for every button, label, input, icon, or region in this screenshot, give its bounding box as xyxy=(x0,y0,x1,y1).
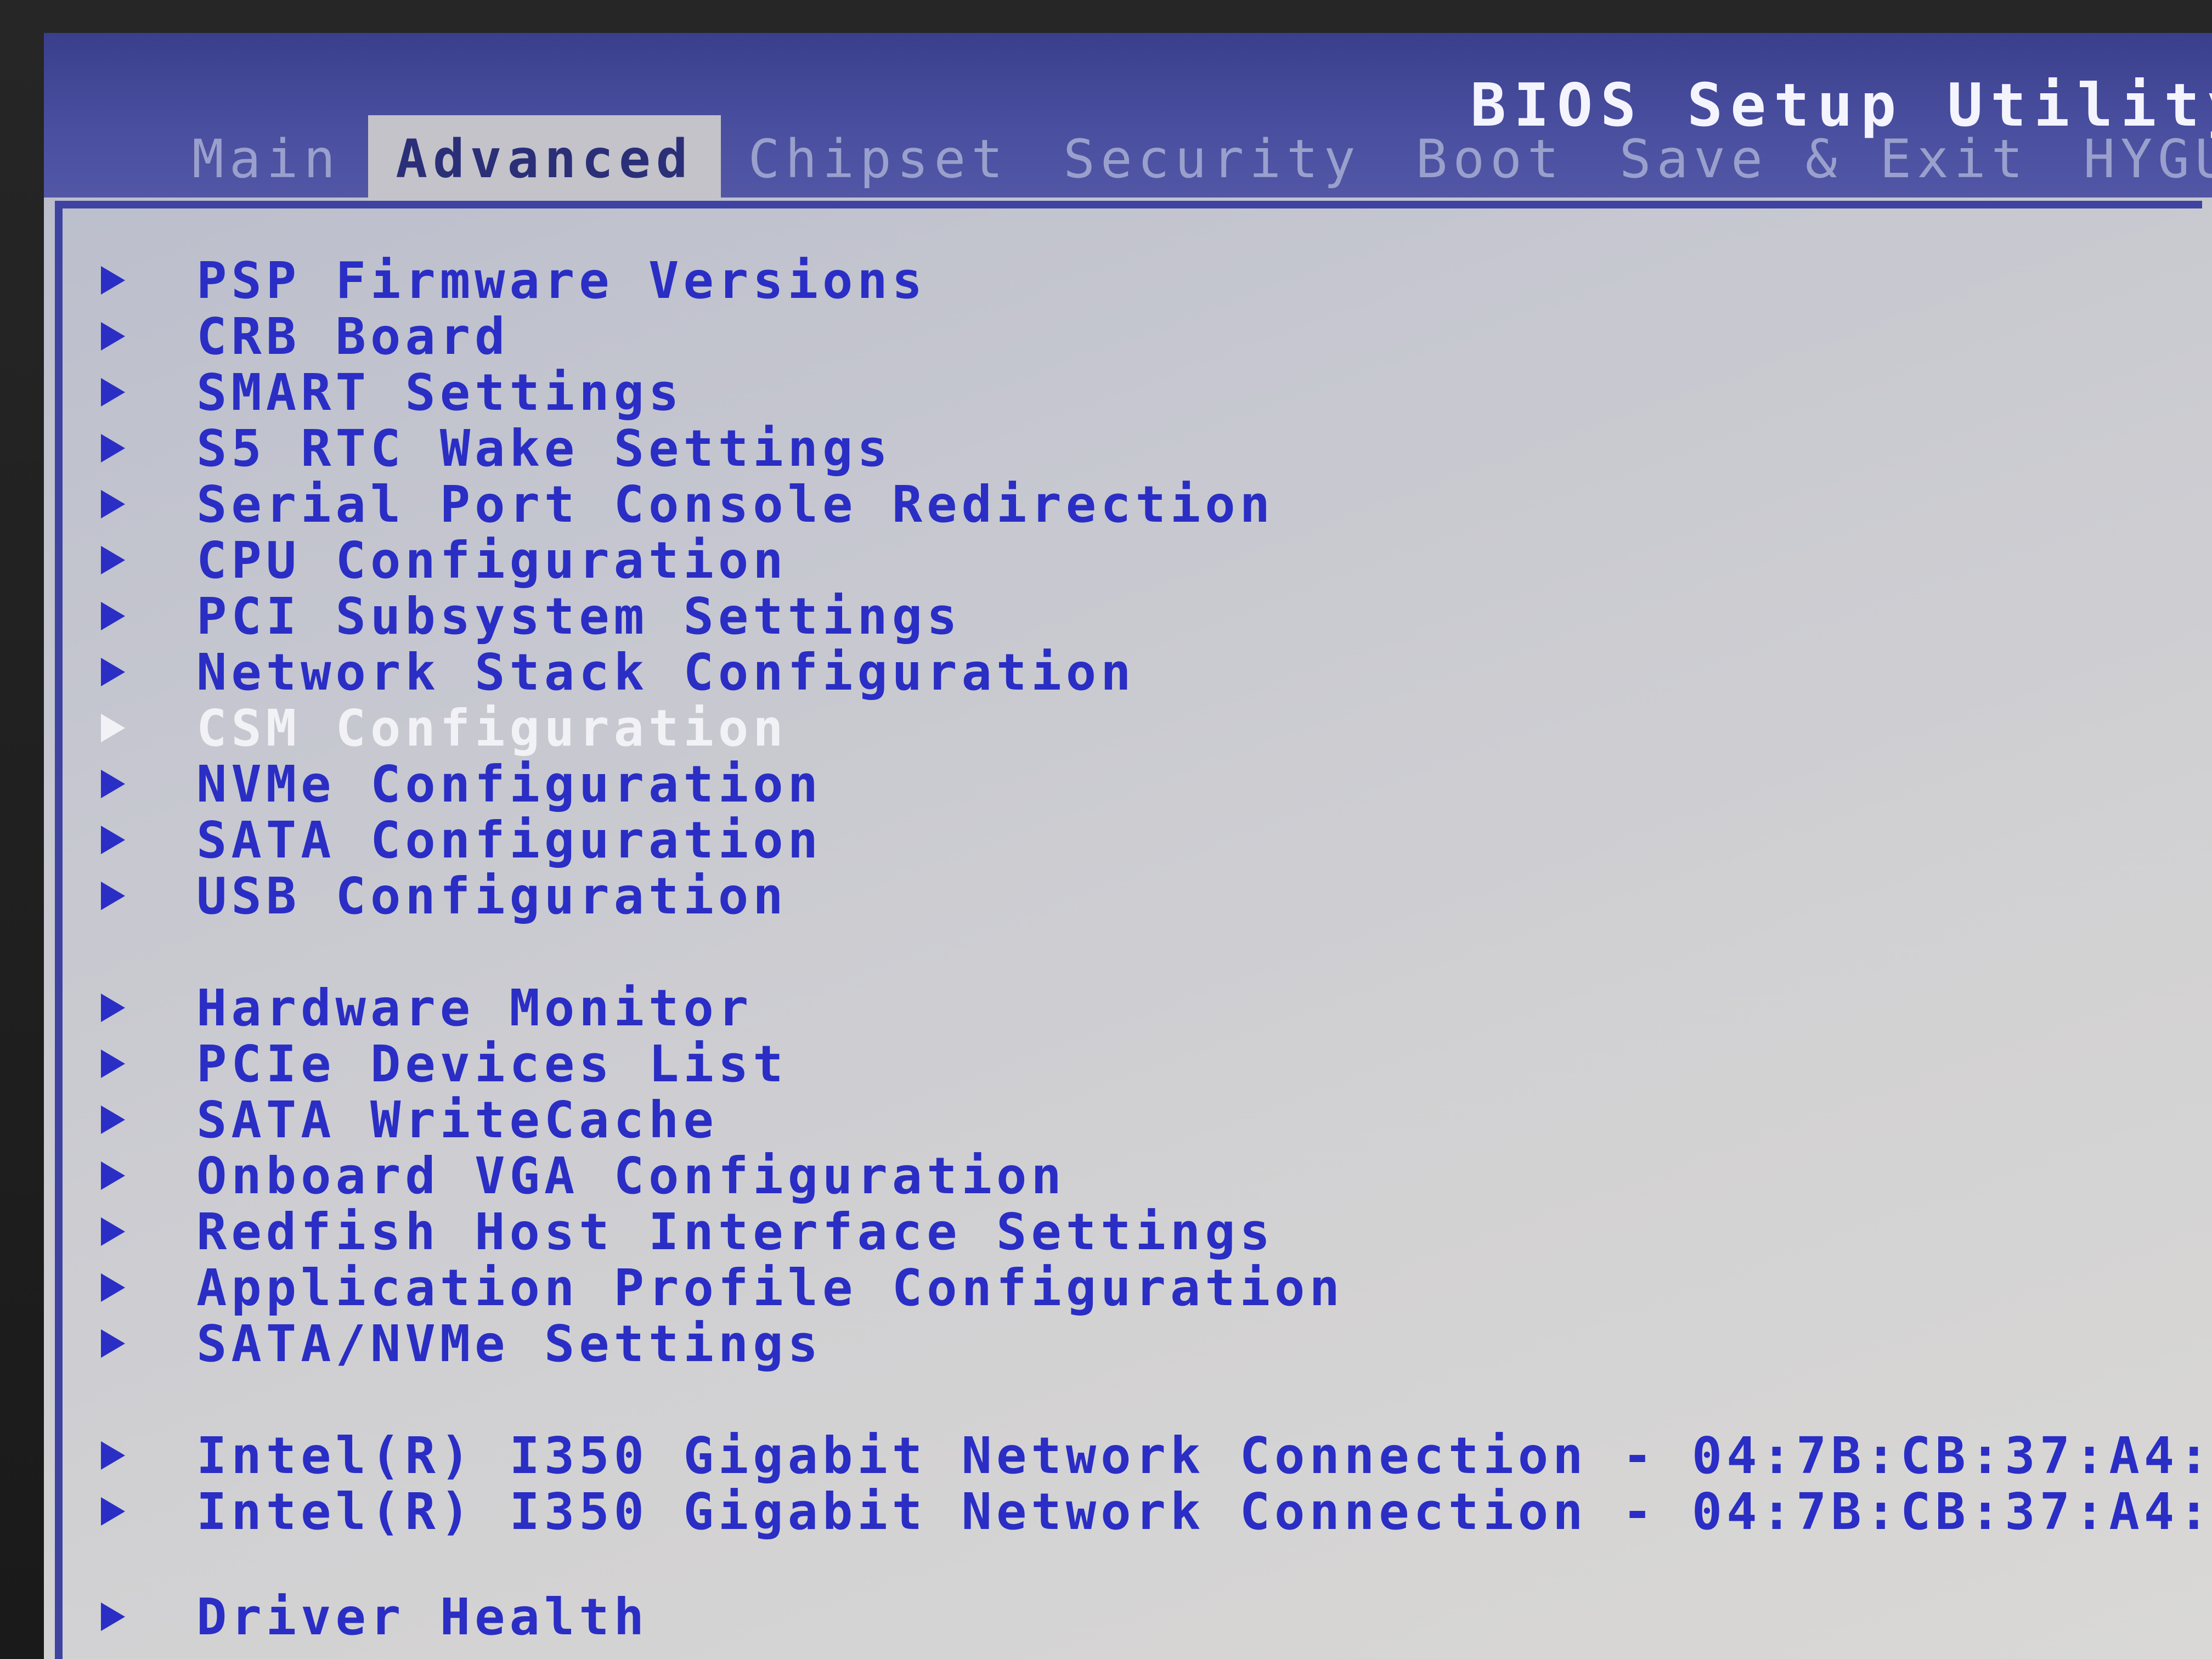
menu-item-label: NVMe Configuration xyxy=(196,754,822,814)
menu-item-network-stack-configuration[interactable]: Network Stack Configuration xyxy=(101,642,2202,702)
submenu-arrow-icon xyxy=(101,1273,147,1302)
menu-item-usb-configuration[interactable]: USB Configuration xyxy=(101,866,2202,926)
submenu-arrow-icon xyxy=(101,1105,147,1134)
tab-main[interactable]: Main xyxy=(165,128,368,208)
tab-save-exit[interactable]: Save & Exit xyxy=(1592,128,2056,208)
menu-spacer xyxy=(101,1539,2202,1589)
menu-item-label: Redfish Host Interface Settings xyxy=(196,1202,1275,1261)
submenu-arrow-icon xyxy=(101,1161,147,1190)
menu-item-label: SATA Configuration xyxy=(196,810,822,870)
submenu-arrow-icon xyxy=(101,266,147,295)
app-title: BIOS Setup Utility xyxy=(1470,71,2212,140)
menu-item-label: Driver Health xyxy=(196,1587,649,1646)
menu-item-crb-board[interactable]: CRB Board xyxy=(101,307,2202,366)
menu-item-cpu-configuration[interactable]: CPU Configuration xyxy=(101,531,2202,590)
menu-item-label: Intel(R) I350 Gigabit Network Connection… xyxy=(196,1426,2212,1485)
submenu-arrow-icon xyxy=(101,322,147,351)
menu-item-pci-subsystem-settings[interactable]: PCI Subsystem Settings xyxy=(101,586,2202,646)
menu-item-label: CPU Configuration xyxy=(196,531,788,590)
menu-item-label: PCIe Devices List xyxy=(196,1034,788,1093)
tab-hygun[interactable]: HYGUN xyxy=(2056,128,2212,208)
submenu-arrow-icon xyxy=(101,490,147,518)
menu-item-sata-nvme-settings[interactable]: SATA/NVMe Settings xyxy=(101,1314,2202,1373)
menu-item-s5-rtc-wake-settings[interactable]: S5 RTC Wake Settings xyxy=(101,419,2202,478)
submenu-arrow-icon xyxy=(101,602,147,630)
menu-item-driver-health[interactable]: Driver Health xyxy=(101,1587,2202,1646)
submenu-arrow-icon xyxy=(101,1497,147,1526)
menu-item-label: SMART Settings xyxy=(196,363,684,422)
tab-advanced[interactable]: Advanced xyxy=(368,115,721,208)
submenu-arrow-icon xyxy=(101,1602,147,1631)
menu-item-csm-configuration[interactable]: CSM Configuration xyxy=(101,698,2202,758)
menu-item-psp-firmware-versions[interactable]: PSP Firmware Versions xyxy=(101,251,2202,310)
menu-item-label: CRB Board xyxy=(196,307,510,366)
submenu-arrow-icon xyxy=(101,994,147,1022)
menu-item-intel-i350-network-connection-f3[interactable]: Intel(R) I350 Gigabit Network Connection… xyxy=(101,1426,2212,1485)
content-frame: PSP Firmware Versions CRB Board SMART Se… xyxy=(55,201,2212,1659)
submenu-arrow-icon xyxy=(101,714,147,742)
menu-item-redfish-host-interface-settings[interactable]: Redfish Host Interface Settings xyxy=(101,1202,2202,1261)
tab-chipset[interactable]: Chipset xyxy=(721,128,1036,208)
menu-item-label: CSM Configuration xyxy=(196,698,788,758)
menu-item-sata-configuration[interactable]: SATA Configuration xyxy=(101,810,2202,870)
menu-item-label: USB Configuration xyxy=(196,866,788,926)
submenu-arrow-icon xyxy=(101,546,147,574)
menu-item-intel-i350-network-connection-f4[interactable]: Intel(R) I350 Gigabit Network Connection… xyxy=(101,1482,2212,1541)
submenu-arrow-icon xyxy=(101,770,147,798)
header-bar: Main Advanced Chipset Security Boot Save… xyxy=(44,33,2212,208)
advanced-menu: PSP Firmware Versions CRB Board SMART Se… xyxy=(101,251,2212,1646)
submenu-arrow-icon xyxy=(101,882,147,910)
menu-item-label: Application Profile Configuration xyxy=(196,1258,1344,1317)
menu-item-smart-settings[interactable]: SMART Settings xyxy=(101,363,2202,422)
submenu-arrow-icon xyxy=(101,434,147,462)
menu-item-label: Intel(R) I350 Gigabit Network Connection… xyxy=(196,1482,2212,1541)
menu-item-label: Onboard VGA Configuration xyxy=(196,1146,1066,1205)
menu-spacer xyxy=(101,1372,2202,1427)
submenu-arrow-icon xyxy=(101,658,147,686)
menu-item-hardware-monitor[interactable]: Hardware Monitor xyxy=(101,978,2202,1037)
menu-item-onboard-vga-configuration[interactable]: Onboard VGA Configuration xyxy=(101,1146,2202,1205)
menu-item-label: PCI Subsystem Settings xyxy=(196,586,962,646)
submenu-arrow-icon xyxy=(101,826,147,854)
submenu-arrow-icon xyxy=(101,1217,147,1246)
menu-item-label: SATA WriteCache xyxy=(196,1090,718,1149)
menu-item-label: Serial Port Console Redirection xyxy=(196,475,1275,534)
submenu-arrow-icon xyxy=(101,1329,147,1358)
bios-screen: Main Advanced Chipset Security Boot Save… xyxy=(44,33,2212,1659)
menu-item-pcie-devices-list[interactable]: PCIe Devices List xyxy=(101,1034,2202,1093)
menu-item-label: Hardware Monitor xyxy=(196,978,753,1037)
menu-spacer xyxy=(101,924,2202,980)
menu-item-label: SATA/NVMe Settings xyxy=(196,1314,822,1373)
tab-security[interactable]: Security xyxy=(1036,128,1388,208)
submenu-arrow-icon xyxy=(101,378,147,407)
submenu-arrow-icon xyxy=(101,1441,147,1470)
menu-item-label: Network Stack Configuration xyxy=(196,642,1136,702)
menu-item-nvme-configuration[interactable]: NVMe Configuration xyxy=(101,754,2202,814)
submenu-arrow-icon xyxy=(101,1049,147,1078)
menu-item-label: PSP Firmware Versions xyxy=(196,251,927,310)
menu-item-sata-writecache[interactable]: SATA WriteCache xyxy=(101,1090,2202,1149)
tab-boot[interactable]: Boot xyxy=(1389,128,1592,208)
menu-item-application-profile-configuration[interactable]: Application Profile Configuration xyxy=(101,1258,2202,1317)
menu-item-label: S5 RTC Wake Settings xyxy=(196,419,892,478)
menu-item-serial-port-console-redirection[interactable]: Serial Port Console Redirection xyxy=(101,475,2202,534)
